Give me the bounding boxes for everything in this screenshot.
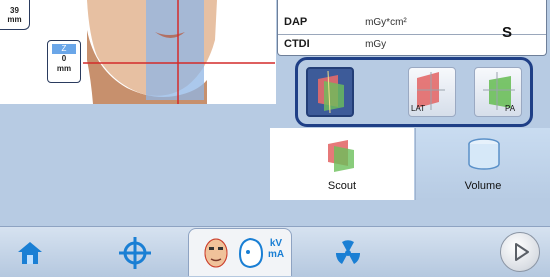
scout-pa-button[interactable]: PA: [474, 67, 522, 117]
ctdi-unit: mGy: [365, 39, 387, 50]
scout-icon: [328, 140, 354, 172]
positioning-crosshair-icon[interactable]: [118, 236, 152, 270]
dose-info-panel: DAP mGy*cm² CTDI mGy S: [277, 0, 547, 56]
home-icon[interactable]: [16, 240, 44, 266]
dap-unit: mGy*cm²: [365, 17, 407, 28]
height-unit: mm: [7, 15, 22, 24]
z-axis-label: Z: [52, 44, 76, 54]
z-value: 0: [61, 54, 67, 63]
next-button[interactable]: [500, 232, 540, 272]
tab-scout-label: Scout: [327, 180, 357, 192]
patient-profile-icon: [238, 237, 264, 269]
radiation-icon[interactable]: [333, 238, 363, 268]
scout-view-selector: LAT PA: [295, 57, 533, 127]
scout-lat-button[interactable]: LAT: [408, 67, 456, 117]
lat-label: LAT: [411, 104, 426, 113]
ma-label: mA: [267, 249, 285, 260]
lat-pa-views-icon: [318, 70, 344, 114]
kv-label: kV: [269, 238, 283, 249]
play-icon: [515, 243, 529, 261]
scout-both-views-button[interactable]: [306, 67, 354, 117]
dap-row: DAP mGy*cm²: [284, 16, 407, 28]
z-unit: mm: [56, 64, 72, 73]
ctdi-label: CTDI: [284, 38, 310, 50]
tab-scout[interactable]: Scout: [270, 128, 414, 200]
height-value: 39: [10, 6, 19, 15]
patient-head-icon: [204, 238, 228, 268]
ctdi-row: CTDI mGy: [284, 38, 386, 50]
z-position-box[interactable]: Z 0 mm: [47, 40, 81, 83]
tab-volume-label: Volume: [464, 180, 502, 192]
patient-size-indicator: S: [501, 24, 512, 41]
dap-label: DAP: [284, 16, 308, 28]
height-readout-box: 39 mm: [0, 0, 30, 30]
face-3d-model: [83, 0, 275, 104]
kv-ma-indicator[interactable]: kV mA: [264, 238, 288, 260]
pa-label: PA: [505, 104, 516, 113]
volume-cylinder-icon: [468, 138, 500, 170]
face-preview-panel[interactable]: [47, 0, 275, 104]
tab-volume[interactable]: Volume: [415, 128, 550, 200]
